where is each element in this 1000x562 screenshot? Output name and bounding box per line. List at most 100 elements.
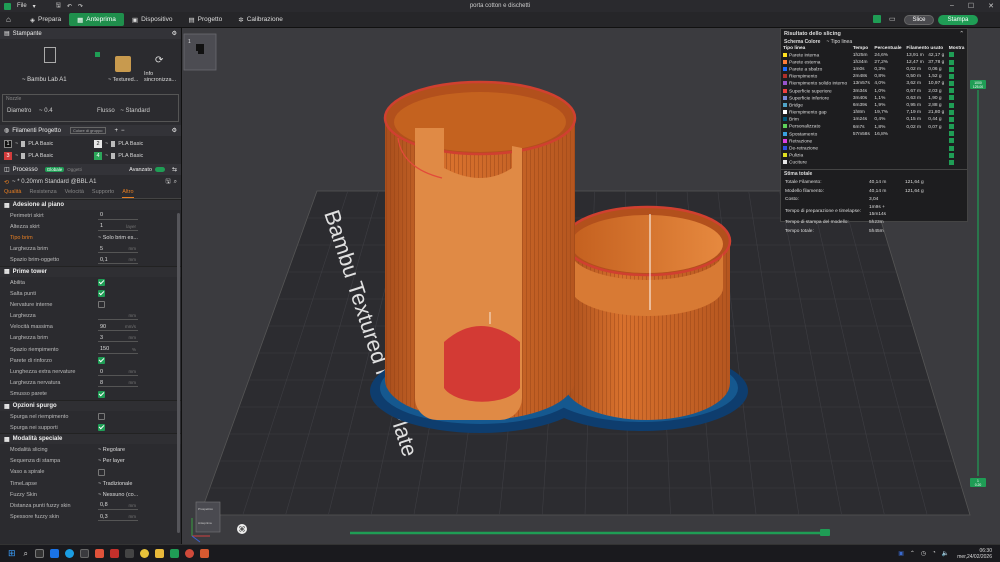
show-toggle[interactable] bbox=[948, 52, 954, 58]
show-toggle[interactable] bbox=[948, 152, 954, 158]
print-button[interactable]: Stampa bbox=[938, 15, 978, 25]
setting-checkbox[interactable] bbox=[98, 413, 105, 421]
scheme-select[interactable]: ~ Tipo linea bbox=[826, 39, 852, 45]
store-icon[interactable] bbox=[80, 549, 90, 558]
slice-button[interactable]: Slice bbox=[904, 15, 934, 25]
add-filament-icon[interactable]: + bbox=[115, 128, 119, 134]
menu-dropdown-icon[interactable]: ▾ bbox=[33, 3, 36, 10]
setting-input[interactable]: 3 mm bbox=[98, 334, 138, 343]
setting-input[interactable]: 0,3 mm bbox=[98, 513, 138, 522]
acrobat-icon[interactable] bbox=[110, 549, 120, 558]
filament-dropdown-icon[interactable]: ~ bbox=[15, 141, 18, 147]
filament-item[interactable]: 4 ~ PLA Basic bbox=[94, 152, 181, 160]
filament-dropdown-icon[interactable]: ~ bbox=[15, 153, 18, 159]
setting-checkbox[interactable] bbox=[98, 390, 105, 398]
tab-altro[interactable]: Altro bbox=[122, 189, 134, 198]
show-toggle[interactable] bbox=[948, 73, 954, 79]
setting-checkbox[interactable] bbox=[98, 301, 105, 309]
layout-icon[interactable]: ▭ bbox=[889, 15, 896, 23]
redo-icon[interactable]: ↷ bbox=[78, 3, 83, 10]
setting-input[interactable]: 0 mm bbox=[98, 368, 138, 377]
settings-group-header[interactable]: ▦ Prime tower bbox=[0, 265, 181, 277]
filament-dropdown-icon[interactable]: ~ bbox=[105, 141, 108, 147]
setting-select[interactable]: ~ Regolare bbox=[98, 447, 125, 453]
printer-edit-icon[interactable] bbox=[95, 52, 100, 57]
setting-checkbox[interactable] bbox=[98, 357, 105, 365]
tab-progetto[interactable]: ▤ Progetto bbox=[181, 13, 231, 26]
objects-toggle[interactable]: Oggetti bbox=[67, 167, 82, 172]
setting-input[interactable]: 90 mm/s bbox=[98, 323, 138, 332]
group-color-button[interactable]: Colore di gruppo bbox=[69, 127, 106, 134]
advanced-switch[interactable] bbox=[154, 167, 165, 172]
settings-group-header[interactable]: ▦ Adesione al piano bbox=[0, 199, 181, 210]
chrome-icon[interactable] bbox=[140, 549, 150, 558]
plate-thumbnail[interactable]: 1 bbox=[183, 33, 217, 71]
show-toggle[interactable] bbox=[948, 124, 954, 130]
show-toggle[interactable] bbox=[948, 109, 954, 115]
setting-input[interactable]: 0,8 mm bbox=[98, 502, 138, 510]
printer-settings-icon[interactable]: ⚙ bbox=[172, 30, 177, 37]
tab-anteprima[interactable]: ▦ Anteprima bbox=[69, 13, 124, 26]
show-toggle[interactable] bbox=[948, 145, 954, 151]
setting-input[interactable]: 5 mm bbox=[98, 245, 138, 254]
undo-icon[interactable]: ↶ bbox=[67, 3, 72, 10]
flow-select[interactable]: ~ Standard bbox=[120, 108, 150, 114]
start-icon[interactable]: ⊞ bbox=[8, 548, 16, 559]
global-toggle[interactable]: Globale bbox=[44, 167, 65, 172]
tab-dispositivo[interactable]: ▣ Dispositivo bbox=[124, 13, 181, 26]
setting-select[interactable]: ~ Per layer bbox=[98, 458, 125, 464]
tray-app-icon[interactable]: ▣ bbox=[898, 550, 904, 557]
setting-checkbox[interactable] bbox=[98, 468, 105, 476]
show-toggle[interactable] bbox=[948, 81, 954, 87]
show-toggle[interactable] bbox=[948, 66, 954, 72]
show-toggle[interactable] bbox=[948, 59, 954, 65]
save-profile-icon[interactable]: 🖫 bbox=[166, 177, 171, 187]
gcode-move-slider[interactable] bbox=[350, 529, 830, 536]
wifi-icon[interactable]: ◔ bbox=[932, 550, 936, 557]
show-toggle[interactable] bbox=[948, 138, 954, 144]
setting-select[interactable]: ~ Nessuno (co... bbox=[98, 492, 138, 498]
setting-checkbox[interactable] bbox=[98, 279, 105, 287]
compare-icon[interactable]: ⇆ bbox=[172, 166, 177, 173]
search-taskbar-icon[interactable]: ⌕ bbox=[24, 549, 28, 559]
setting-input[interactable]: 0 bbox=[98, 212, 138, 220]
show-toggle[interactable] bbox=[948, 131, 954, 137]
home-icon[interactable]: ⌂ bbox=[6, 15, 16, 24]
chrome-2-icon[interactable] bbox=[185, 549, 195, 558]
close-icon[interactable]: ✕ bbox=[988, 2, 994, 10]
sync-icon[interactable]: ⟳ bbox=[155, 55, 163, 66]
tray-sync-icon[interactable]: ◷ bbox=[921, 550, 926, 557]
filament-dropdown-icon[interactable]: ~ bbox=[105, 153, 108, 159]
tab-calibrazione[interactable]: ✲ Calibrazione bbox=[230, 13, 291, 26]
tab-supporto[interactable]: Supporto bbox=[92, 189, 114, 198]
setting-select[interactable]: ~ Tradizionale bbox=[98, 481, 132, 487]
plate-select[interactable]: ~ Textured... bbox=[108, 77, 138, 83]
volume-icon[interactable]: 🔈 bbox=[942, 550, 949, 557]
setting-input[interactable]: mm bbox=[98, 312, 138, 321]
bambu-studio-icon[interactable] bbox=[170, 549, 180, 558]
setting-select[interactable]: ~ Solo brim es... bbox=[98, 235, 138, 241]
show-toggle[interactable] bbox=[948, 102, 954, 108]
collapse-icon[interactable]: ⌃ bbox=[959, 31, 964, 37]
profile-select[interactable]: ~ * 0.20mm Standard @BBL A1 bbox=[12, 179, 96, 185]
printer-select[interactable]: ~ Bambu Lab A1 bbox=[22, 77, 67, 83]
setting-checkbox[interactable] bbox=[98, 290, 105, 298]
filament-item[interactable]: 3 ~ PLA Basic bbox=[4, 152, 94, 160]
show-toggle[interactable] bbox=[948, 159, 954, 165]
show-toggle[interactable] bbox=[948, 88, 954, 94]
edge-icon[interactable] bbox=[65, 549, 75, 558]
search-icon[interactable]: ⌕ bbox=[174, 179, 177, 186]
office-icon[interactable] bbox=[95, 549, 105, 558]
setting-input[interactable]: 8 mm bbox=[98, 379, 138, 388]
setting-checkbox[interactable] bbox=[98, 424, 105, 432]
sidebar-scrollbar[interactable] bbox=[177, 213, 180, 533]
maximize-icon[interactable]: ☐ bbox=[968, 2, 974, 10]
show-toggle[interactable] bbox=[948, 116, 954, 122]
mail-icon[interactable] bbox=[50, 549, 60, 558]
settings-group-header[interactable]: ▦ Opzioni spurgo bbox=[0, 400, 181, 411]
menu-file[interactable]: File bbox=[17, 3, 27, 9]
filament-item[interactable]: 1 ~ PLA Basic bbox=[4, 140, 94, 148]
plate-thumbnail-icon[interactable] bbox=[115, 56, 131, 72]
export-icon[interactable] bbox=[873, 15, 881, 23]
diameter-select[interactable]: ~ 0.4 bbox=[39, 108, 53, 114]
